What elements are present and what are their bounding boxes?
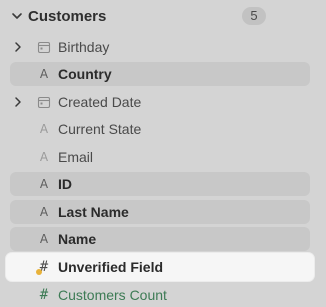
number-hash-icon: # [36,259,52,275]
warning-dot-icon [36,269,42,275]
text-attribute-icon: A [39,150,49,164]
field-row-last-name[interactable]: A Last Name [10,200,310,224]
field-label: Email [58,149,94,165]
field-count-badge: 5 [242,7,266,25]
field-row-id[interactable]: A ID [10,172,310,196]
chevron-right-icon[interactable] [12,40,24,54]
text-attribute-icon: A [39,205,49,219]
text-attribute-icon: A [39,232,49,246]
field-label: Created Date [58,94,142,110]
field-label: Country [58,66,112,82]
field-row-customers-count[interactable]: # Customers Count [10,283,310,307]
field-label: Current State [58,121,142,137]
field-label: Name [58,231,97,247]
field-label: Last Name [58,204,129,220]
field-label: Birthday [58,39,110,55]
field-row-email[interactable]: A Email [10,145,310,169]
field-row-created-date[interactable]: Created Date [10,90,310,114]
field-label: Customers Count [58,287,167,303]
text-attribute-icon: A [39,122,49,136]
field-row-unverified-field[interactable]: # Unverified Field [6,253,314,281]
field-list-panel: Customers 5 Birthday A Country Created D… [0,0,326,305]
field-row-current-state[interactable]: A Current State [10,117,310,141]
chevron-down-icon[interactable] [10,9,24,23]
chevron-right-icon[interactable] [12,95,24,109]
text-attribute-icon: A [39,177,49,191]
field-row-country[interactable]: A Country [10,62,310,86]
field-label: ID [58,176,72,192]
calendar-icon [37,41,51,54]
field-row-birthday[interactable]: Birthday [10,35,310,59]
text-attribute-icon: A [39,67,49,81]
field-label: Unverified Field [58,259,164,275]
group-title: Customers [28,8,107,25]
group-header-customers[interactable]: Customers 5 [0,0,326,34]
field-row-name[interactable]: A Name [10,227,310,251]
number-hash-icon: # [39,287,49,303]
calendar-icon [37,96,51,109]
